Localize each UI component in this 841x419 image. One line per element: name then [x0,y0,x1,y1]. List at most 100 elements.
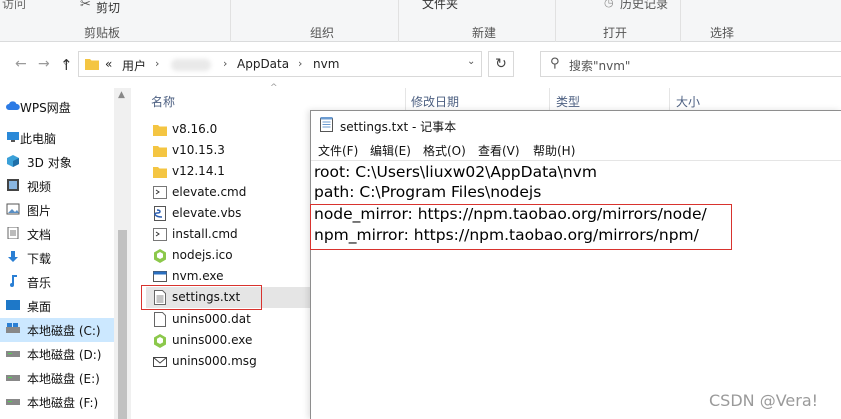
nav-item-desktop[interactable]: 桌面 [0,294,114,318]
history-icon[interactable]: ◷ [604,0,614,9]
menu-help[interactable]: 帮助(H) [533,142,575,159]
address-dropdown-icon[interactable]: ⌄ [467,56,475,67]
history-button[interactable]: 历史记录 [620,0,668,12]
search-icon: ⚲ [550,56,560,71]
notepad-title: settings.txt - 记事本 [340,120,457,134]
drive-icon [6,323,20,333]
file-row[interactable]: unins000.msg [146,351,310,372]
nav-label: 本地磁盘 (D:) [27,348,102,362]
nav-item-wps-cloud[interactable]: WPS网盘 [0,95,114,119]
text-line-node-mirror: node_mirror: https://npm.taobao.org/mirr… [314,205,707,223]
folder-icon [153,125,167,136]
menu-format[interactable]: 格式(O) [423,142,466,159]
file-row[interactable]: nvm.exe [146,266,310,287]
search-placeholder: 搜索"nvm" [569,59,631,73]
folder-icon [85,59,99,70]
cloud-icon [6,101,20,110]
ribbon-access-label[interactable]: 访问 [2,0,26,12]
breadcrumb-chevron-icon[interactable]: › [155,57,159,70]
scissors-icon[interactable]: ✂ [80,0,91,12]
file-row[interactable]: elevate.cmd [146,182,310,203]
nav-item-3d-objects[interactable]: 3D 对象 [0,150,114,174]
file-name: v8.16.0 [172,122,218,136]
column-divider[interactable] [669,88,670,110]
search-box[interactable]: ⚲ 搜索"nvm" [540,51,841,77]
breadcrumb-chevron-icon[interactable]: › [223,57,227,70]
column-type-header[interactable]: 类型 [556,93,580,110]
nav-item-pictures[interactable]: 图片 [0,198,114,222]
exe-file-icon [153,271,167,282]
nav-item-documents[interactable]: 文档 [0,222,114,246]
file-name: nvm.exe [172,269,224,283]
group-open: 打开 [603,26,628,40]
nav-scrollbar[interactable]: ▲ [114,88,131,419]
breadcrumb-appdata[interactable]: AppData [237,57,289,71]
file-row[interactable]: unins000.dat [146,309,310,330]
up-arrow-icon[interactable]: ↑ [60,56,73,74]
nav-item-videos[interactable]: 视频 [0,174,114,198]
menu-edit[interactable]: 编辑(E) [370,142,411,159]
file-row[interactable]: v10.15.3 [146,140,310,161]
desktop-icon [6,300,20,310]
nodejs-icon [154,249,166,263]
file-row[interactable]: unins000.exe [146,330,310,351]
ribbon-divider [555,0,556,42]
refresh-button[interactable]: ↻ [488,51,514,77]
file-row[interactable]: elevate.vbs [146,203,310,224]
column-divider[interactable] [405,88,406,110]
nav-label: 3D 对象 [27,156,72,170]
nav-item-this-pc[interactable]: 此电脑 [0,126,114,150]
file-name: unins000.dat [172,312,251,326]
file-name: elevate.vbs [172,206,242,220]
group-new: 新建 [472,26,497,40]
notepad-menu-bar: 文件(F) 编辑(E) 格式(O) 查看(V) 帮助(H) [311,140,841,160]
breadcrumb-users[interactable]: 用户 [122,57,146,74]
new-folder-button[interactable]: 文件夹 [422,0,458,12]
file-row[interactable]: v12.14.1 [146,161,310,182]
cmd-file-icon [153,186,167,199]
video-icon [7,179,19,191]
file-row[interactable]: nodejs.ico [146,245,310,266]
scrollbar-thumb[interactable] [118,230,127,419]
menu-file[interactable]: 文件(F) [318,142,358,159]
nav-label: 桌面 [27,300,52,314]
cut-button[interactable]: 剪切 [96,0,120,16]
column-size-header[interactable]: 大小 [676,93,700,110]
nav-item-music[interactable]: 音乐 [0,270,114,294]
breadcrumb-overflow[interactable]: « [105,57,112,71]
nav-item-drive-e[interactable]: 本地磁盘 (E:) [0,366,114,390]
nav-label: 图片 [27,204,52,218]
file-row-selected[interactable]: settings.txt [146,287,316,308]
menu-view[interactable]: 查看(V) [478,142,520,159]
back-arrow-icon[interactable]: ← [15,56,27,72]
navigation-pane: WPS网盘 此电脑 3D 对象 视频 图片 文档 下载 音乐 桌面 本地磁盘 (… [0,88,130,419]
text-line-npm-mirror: npm_mirror: https://npm.taobao.org/mirro… [314,226,699,244]
column-modified-header[interactable]: 修改日期 [411,93,459,110]
notepad-text-area[interactable]: root: C:\Users\liuxw02\AppData\nvm path:… [311,160,841,419]
nav-item-drive-f[interactable]: 本地磁盘 (F:) [0,390,114,414]
notepad-window[interactable]: settings.txt - 记事本 文件(F) 编辑(E) 格式(O) 查看(… [310,110,841,419]
nav-item-drive-c[interactable]: 本地磁盘 (C:) [0,318,114,342]
nav-item-downloads[interactable]: 下载 [0,246,114,270]
nav-item-drive-d[interactable]: 本地磁盘 (D:) [0,342,114,366]
file-name: unins000.exe [172,333,253,347]
scroll-up-icon[interactable]: ▲ [118,90,125,100]
group-select: 选择 [710,26,735,40]
file-row[interactable]: v8.16.0 [146,119,310,140]
forward-arrow-icon[interactable]: → [38,56,50,72]
breadcrumb-nvm[interactable]: nvm [313,57,339,71]
breadcrumb-chevron-icon[interactable]: › [298,57,302,70]
mail-file-icon [153,357,167,367]
notepad-title-bar[interactable]: settings.txt - 记事本 [311,111,841,140]
blank-file-icon [154,312,166,327]
text-line-path: path: C:\Program Files\nodejs [314,183,542,201]
nav-label: 音乐 [27,276,52,290]
file-name: elevate.cmd [172,185,247,199]
file-name: settings.txt [172,290,241,304]
column-name-header[interactable]: 名称 [151,93,175,110]
address-bar[interactable]: « 用户 › › AppData › nvm ⌄ [78,51,482,77]
vbs-file-icon [154,206,166,221]
column-divider[interactable] [549,88,550,110]
drive-icon [6,399,20,405]
file-row[interactable]: install.cmd [146,224,310,245]
